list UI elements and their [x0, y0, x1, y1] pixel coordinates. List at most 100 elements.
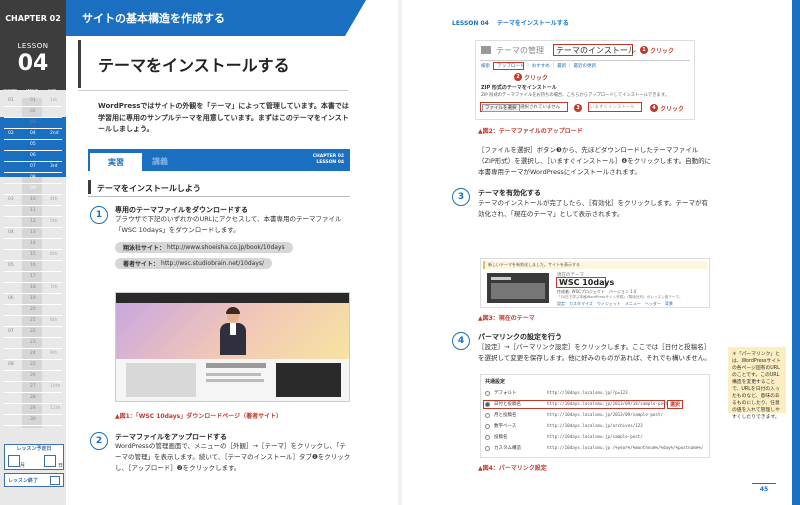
sidebar-row: 07 3rd [0, 164, 66, 170]
figure-caption: ▲図2：テーマファイルのアップロード [478, 128, 583, 135]
sidebar-lesson: 02 [30, 109, 36, 114]
subheading-rule [88, 180, 91, 194]
url-shoeisha[interactable]: 翔泳社サイト： http://www.shoeisha.co.jp/book/1… [115, 242, 293, 253]
step-body: ブラウザで下記のいずれかのURLにアクセスして、本書専用のテーマファイル「WSC… [115, 215, 342, 234]
sidebar-rule [4, 370, 62, 371]
title-rule [78, 40, 81, 88]
tab-theme-install[interactable]: テーマのインストール [556, 45, 636, 56]
running-header: LESSON 04 テーマをインストールする [452, 18, 569, 27]
step-body: WordPressの管理画面で、メニューの［外観］→［テーマ］をクリックし、「テ… [115, 442, 351, 472]
radio-button[interactable] [485, 391, 490, 396]
tab-lecture[interactable]: 講義 [152, 156, 168, 167]
plan-day-cell[interactable] [44, 455, 56, 467]
sidebar-row: 23 [0, 340, 66, 346]
sidebar-rule [4, 403, 62, 404]
permalink-option-label: 投稿名 [494, 435, 508, 440]
plan-month-cell[interactable] [8, 455, 20, 467]
step-number: 4 [452, 332, 470, 350]
theme-options[interactable]: 設定：カスタマイズ ウィジェット メニュー ヘッダー 背景 [557, 301, 673, 307]
sidebar-rule [4, 172, 62, 173]
sidebar-row: 03 10 4th [0, 197, 66, 203]
sidebar-lesson: 14 [30, 241, 36, 246]
sidebar-lesson: 20 [30, 307, 36, 312]
radio-button[interactable] [485, 424, 490, 429]
radio-button[interactable] [485, 413, 490, 418]
tab-practice[interactable]: 実習 [90, 151, 142, 172]
sidebar-date: 1st [50, 98, 57, 103]
figure-caption: ▲図4：パーマリンク設定 [478, 465, 547, 472]
url-author[interactable]: 著者サイト： http://wsc.studiobrain.net/10days… [115, 258, 273, 269]
sidebar-rule [4, 194, 62, 195]
subheading-underline [88, 196, 350, 197]
sidebar-lesson: 08 [30, 175, 36, 180]
sidebar-lesson: 26 [30, 373, 36, 378]
sidebar-rule [4, 381, 62, 382]
url-text[interactable]: http://www.shoeisha.co.jp/book/10days [167, 244, 285, 251]
sidebar-rule [4, 128, 62, 129]
figure-current-theme: 新しいテーマを有効化しました。サイトを表示する 現在のテーマ WSC 10day… [480, 258, 710, 308]
figure-theme-upload: テーマの管理 テーマのインストール 1 クリック 検索 ｜ アップロード ｜ お… [475, 40, 695, 120]
sidebar-row: 07 22 [0, 329, 66, 335]
callout-number: 3 [574, 104, 582, 112]
sidebar-row: 14 [0, 241, 66, 247]
sidebar-rule [4, 227, 62, 228]
lesson-word: LESSON [17, 42, 49, 50]
instruction-paragraph: ［ファイルを選択］ボタン❸から、先ほどダウンロードしたテーマファイル（ZIP形式… [478, 146, 712, 176]
sidebar-date: 3rd [50, 164, 58, 169]
radio-button[interactable] [485, 435, 490, 440]
sidebar-row: 02 [0, 109, 66, 115]
sidebar-lesson: 18 [30, 285, 36, 290]
click-label: クリック [650, 48, 675, 55]
fig1-dark-panel [276, 363, 341, 397]
sidebar-lesson: 04 [30, 131, 36, 136]
install-now-button[interactable]: いますぐインストール [590, 104, 635, 110]
sidebar-row: 24 9th [0, 351, 66, 357]
sidebar-row: 05 [0, 142, 66, 148]
sidebar-row: 18 7th [0, 285, 66, 291]
theme-description: 「10日で学ぶ本格WordPressサイト作成」（翔泳社刊）のレッスン用テーマ。 [557, 295, 683, 299]
url-label: 翔泳社サイト： [123, 245, 166, 252]
permalink-option[interactable]: 投稿名 http://10days.localsmu.jp/sample-post… [485, 433, 707, 442]
book-gutter [397, 0, 403, 505]
permalink-option[interactable]: 数字ベース http://10days.localsmu.jp/archives/… [485, 422, 707, 431]
theme-thumbnail [487, 273, 549, 303]
step-title: テーマを有効化する [478, 189, 541, 197]
radio-button[interactable] [485, 446, 490, 451]
permalink-option-label: デフォルト [494, 391, 517, 396]
step-title: パーマリンクの設定を行う [478, 333, 562, 341]
lesson-done-checkbox[interactable] [50, 476, 60, 485]
sidebar-row: 02 04 2nd [0, 131, 66, 137]
sidebar-row: 08 [0, 175, 66, 181]
select-label: 選択 [667, 400, 684, 409]
tab-lesson-label: LESSON 04 [316, 160, 344, 165]
running-title: テーマをインストールする [496, 20, 569, 27]
sidebar-lesson: 03 [30, 120, 36, 125]
sidebar-date: 10th [50, 384, 61, 389]
sidebar-lesson: 17 [30, 274, 36, 279]
sidebar-rule [4, 392, 62, 393]
highlight-upload-link [493, 62, 524, 70]
click-label: クリック [660, 106, 685, 113]
sidebar-row: 21 8th [0, 318, 66, 324]
url-text[interactable]: http://wsc.studiobrain.net/10days/ [161, 260, 264, 267]
lesson-done-label: レッスン終了 [8, 478, 39, 484]
sidebar-chapter: 06 [8, 296, 14, 301]
sidebar-rule [4, 326, 62, 327]
page-edge-bar [792, 0, 800, 505]
tab-theme-manage[interactable]: テーマの管理 [496, 45, 544, 56]
permalink-option[interactable]: カスタム構造 http://10days.localsmu.jp /%year%/… [485, 444, 707, 453]
sidebar-row: 06 [0, 153, 66, 159]
sidebar-lesson: 06 [30, 153, 36, 158]
permalink-option-label: 数字ベース [494, 424, 517, 429]
sidebar-row: 17 [0, 274, 66, 280]
sidebar-rule [4, 337, 62, 338]
sidebar-rule [4, 183, 62, 184]
permalink-option[interactable]: デフォルト http://10days.localsmu.jp/?p=123 [485, 389, 707, 398]
tab-chapter-lesson: CHAPTER 02 LESSON 04 [300, 154, 344, 166]
sidebar-chapter: 08 [8, 362, 14, 367]
sidebar-row: 09 [0, 186, 66, 192]
permalink-option[interactable]: 月と投稿名 http://10days.localsmu.jp/2013/09/s… [485, 411, 707, 420]
file-select-button[interactable]: ファイルを選択 [482, 104, 520, 112]
sidebar-date: 7th [50, 285, 58, 290]
sidebar-row: 30 [0, 417, 66, 423]
